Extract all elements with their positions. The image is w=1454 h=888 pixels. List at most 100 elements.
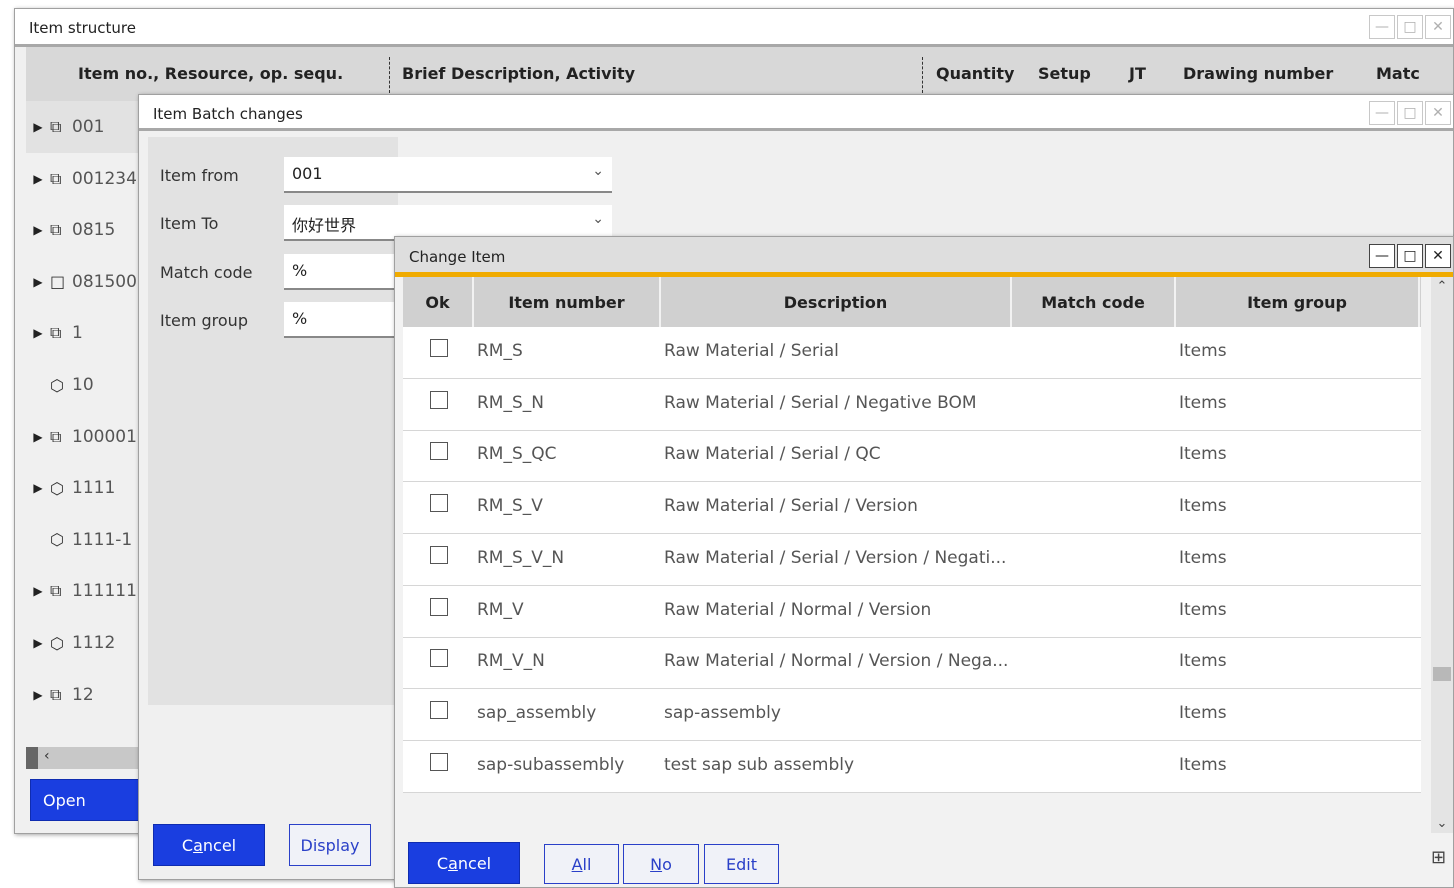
table-row[interactable]: sap_assembly sap-assembly Items [403,689,1421,741]
item-group-label: Item group [160,311,248,330]
tree-row[interactable]: ▶ ⬡ 1112 [26,617,140,669]
change-cancel-button[interactable]: Ca ncel [408,842,520,884]
all-label-post: ll [582,854,592,874]
tree-item-label: 081500 [72,271,137,292]
ok-checkbox[interactable] [430,545,448,564]
expand-arrow-icon[interactable]: ▶ [26,172,50,186]
expand-arrow-icon[interactable]: ▶ [26,636,50,650]
tree-row[interactable]: ⬡ 10 [26,359,140,411]
ok-checkbox[interactable] [430,649,448,668]
edit-button[interactable]: Edit [704,844,779,884]
chevron-down-icon[interactable]: ⌄ [592,211,604,227]
tree-item-label: 1112 [72,633,116,653]
description-cell: Raw Material / Normal / Version / Nega..… [664,651,1009,672]
tree-row[interactable]: ▶ ⬡ 1111 [26,462,140,514]
open-button[interactable]: Open [30,779,140,821]
ok-checkbox[interactable] [430,339,448,357]
close-icon[interactable]: ✕ [1425,15,1451,39]
table-row[interactable]: RM_S_N Raw Material / Serial / Negative B… [403,379,1421,431]
table-row[interactable]: sap-subassembly test sap sub assembly Item… [403,741,1421,793]
col-header-setup[interactable]: Setup [1038,64,1091,83]
col-header-ok[interactable]: Ok [403,277,474,327]
tree-row[interactable]: ▶ ⧉ 111111 [26,565,140,617]
minimize-icon[interactable]: — [1369,15,1395,39]
tree-row[interactable]: ▶ ⧉ 001 [26,101,140,153]
table-row[interactable]: RM_S_V Raw Material / Serial / Version Ite… [403,482,1421,535]
expand-arrow-icon[interactable]: ▶ [26,481,50,495]
cancel-label-mnemonic: a [193,835,203,855]
change-item-window: Change Item — □ ✕ Ok Item number Descrip… [394,236,1454,888]
ok-checkbox[interactable] [430,597,448,616]
col-header-description[interactable]: Description [661,277,1012,327]
col-header-drawing-number[interactable]: Drawing number [1183,64,1333,83]
all-button[interactable]: All [544,844,619,884]
expand-arrow-icon[interactable]: ▶ [26,430,50,444]
ok-checkbox[interactable] [430,700,448,719]
scrollbar-thumb[interactable] [26,747,38,769]
col-header-match[interactable]: Matc [1376,64,1420,83]
ok-checkbox[interactable] [430,494,448,513]
no-button[interactable]: No [623,844,699,884]
expand-arrow-icon[interactable]: ▶ [26,120,50,134]
batch-cancel-button[interactable]: Ca ncel [153,824,265,866]
horizontal-scrollbar[interactable]: ‹ [26,747,140,769]
expand-arrow-icon[interactable]: ▶ [26,584,50,598]
col-header-item-group[interactable]: Item group [1176,277,1420,327]
tree-item-label: 1111-1 [72,529,133,550]
item-type-icon: ⧉ [50,117,62,136]
item-group-cell: Items [1179,651,1227,672]
table-row[interactable]: RM_V_N Raw Material / Normal / Version / … [403,637,1421,690]
table-row[interactable]: RM_S Raw Material / Serial Items [403,327,1421,379]
expand-arrow-icon[interactable]: ▶ [26,688,50,702]
window-title: Change Item [409,248,506,266]
close-icon[interactable]: ✕ [1425,101,1451,125]
item-number-cell: RM_V [477,599,524,620]
description-cell: Raw Material / Serial / Version / Negati… [664,547,1007,568]
item-type-icon: ⧉ [50,581,62,601]
chevron-up-icon[interactable]: ⌃ [1431,279,1453,294]
col-header-item-no[interactable]: Item no., Resource, op. sequ. [78,64,343,83]
maximize-icon[interactable]: □ [1397,15,1423,39]
display-button[interactable]: Display [289,824,371,866]
item-group-cell: Items [1179,392,1227,413]
cancel-label-mnemonic: a [448,853,458,873]
description-cell: Raw Material / Serial [664,341,839,361]
tree-row[interactable]: ▶ ⧉ 0815 [26,204,140,256]
col-header-quantity[interactable]: Quantity [936,64,1014,83]
tree-row[interactable]: ▶ ⧉ 001234 [26,153,140,205]
close-icon[interactable]: ✕ [1425,244,1451,268]
scrollbar-thumb[interactable] [1433,667,1451,681]
layout-icon[interactable]: ⊞ [1431,847,1446,868]
maximize-icon[interactable]: □ [1397,101,1423,125]
col-header-jt[interactable]: JT [1129,64,1146,83]
chevron-left-icon[interactable]: ‹ [44,748,50,764]
minimize-icon[interactable]: — [1369,244,1395,268]
column-divider[interactable] [922,57,923,93]
tree-row[interactable]: ▶ ⧉ 100001 [26,411,140,463]
tree-row[interactable]: ▶ □ 081500 [26,256,140,308]
minimize-icon[interactable]: — [1369,101,1395,125]
col-header-description[interactable]: Brief Description, Activity [402,64,635,83]
table-row[interactable]: RM_S_V_N Raw Material / Serial / Version … [403,534,1421,586]
chevron-down-icon[interactable]: ⌄ [592,163,604,179]
ok-checkbox[interactable] [430,442,448,461]
item-from-select[interactable]: 001 ⌄ [284,157,612,193]
tree-row[interactable]: ⬡ 1111-1 [26,514,140,566]
tree-row[interactable]: ▶ ⧉ 1 [26,307,140,359]
expand-arrow-icon[interactable]: ▶ [26,326,50,340]
expand-arrow-icon[interactable]: ▶ [26,223,50,237]
expand-arrow-icon[interactable]: ▶ [26,275,50,289]
table-row[interactable]: RM_V Raw Material / Normal / Version Items [403,586,1421,638]
item-group-cell: Items [1179,444,1227,465]
col-header-match-code[interactable]: Match code [1012,277,1176,327]
column-divider[interactable] [389,57,390,93]
tree-row[interactable]: ▶ ⧉ 12 [26,669,140,721]
table-row[interactable]: RM_S_QC Raw Material / Serial / QC Items [403,430,1421,483]
chevron-down-icon[interactable]: ⌄ [1431,816,1453,831]
ok-checkbox[interactable] [430,390,448,409]
vertical-scrollbar[interactable]: ⌃ ⌄ [1431,277,1453,833]
maximize-icon[interactable]: □ [1397,244,1423,268]
col-header-item-number[interactable]: Item number [474,277,661,327]
ok-checkbox[interactable] [430,752,448,771]
change-table-body: RM_S Raw Material / Serial Items RM_S_N Raw … [403,327,1421,793]
